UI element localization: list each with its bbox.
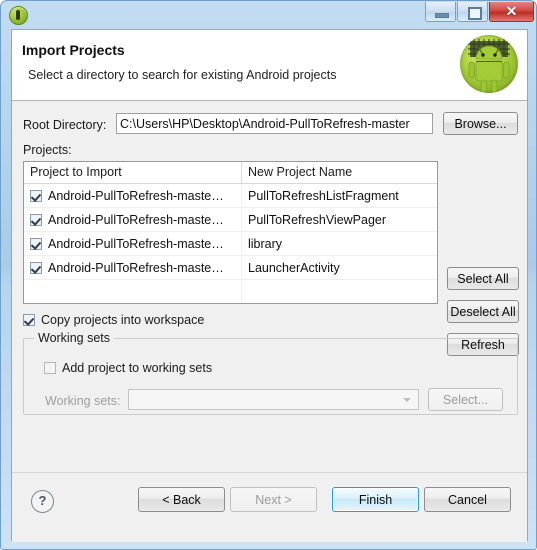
android-robot-icon bbox=[460, 35, 518, 93]
table-row[interactable]: Android-PullToRefresh-maste… PullToRefre… bbox=[24, 184, 437, 208]
root-directory-label: Root Directory: bbox=[23, 118, 107, 132]
project-path-label: Android-PullToRefresh-maste… bbox=[48, 188, 224, 203]
working-sets-select-button[interactable]: Select... bbox=[428, 388, 503, 411]
project-path-label: Android-PullToRefresh-maste… bbox=[48, 260, 224, 275]
dialog-footer: ? < Back Next > Finish Cancel bbox=[12, 473, 527, 542]
project-cell[interactable]: Android-PullToRefresh-maste… bbox=[24, 256, 242, 279]
cancel-button-label: Cancel bbox=[448, 492, 487, 507]
copy-projects-label: Copy projects into workspace bbox=[41, 313, 205, 327]
projects-table[interactable]: Project to Import New Project Name Andro… bbox=[23, 161, 438, 304]
project-path-label: Android-PullToRefresh-maste… bbox=[48, 236, 224, 251]
project-cell[interactable]: Android-PullToRefresh-maste… bbox=[24, 208, 242, 231]
back-button[interactable]: < Back bbox=[138, 487, 225, 512]
dialog-body: Root Directory: Browse... Projects: Proj… bbox=[12, 101, 527, 472]
new-project-name-cell[interactable]: LauncherActivity bbox=[242, 256, 437, 279]
new-project-name-cell[interactable]: library bbox=[242, 232, 437, 255]
row-checkbox[interactable] bbox=[30, 213, 42, 226]
page-title: Import Projects bbox=[22, 42, 125, 58]
add-to-working-sets-checkbox-row[interactable]: Add project to working sets bbox=[44, 361, 212, 375]
working-sets-group-title: Working sets bbox=[34, 331, 115, 345]
finish-button-label: Finish bbox=[358, 492, 393, 507]
column-header-project-to-import[interactable]: Project to Import bbox=[24, 162, 242, 183]
table-row-empty bbox=[24, 280, 437, 303]
row-checkbox[interactable] bbox=[30, 261, 42, 274]
dialog-client: Import Projects Select a directory to se… bbox=[11, 29, 528, 542]
maximize-button[interactable] bbox=[457, 2, 488, 22]
minimize-button[interactable] bbox=[425, 2, 456, 22]
project-cell-empty bbox=[24, 280, 242, 303]
title-bar[interactable]: ✕ bbox=[1, 1, 537, 29]
copy-projects-checkbox[interactable] bbox=[23, 314, 35, 326]
project-cell[interactable]: Android-PullToRefresh-maste… bbox=[24, 184, 242, 207]
copy-projects-checkbox-row[interactable]: Copy projects into workspace bbox=[23, 313, 204, 327]
browse-button[interactable]: Browse... bbox=[443, 112, 518, 135]
project-path-label: Android-PullToRefresh-maste… bbox=[48, 212, 224, 227]
import-projects-window: ✕ Import Projects Select a directory to … bbox=[0, 0, 537, 550]
add-to-working-sets-checkbox[interactable] bbox=[44, 362, 56, 374]
project-cell[interactable]: Android-PullToRefresh-maste… bbox=[24, 232, 242, 255]
table-row[interactable]: Android-PullToRefresh-maste… library bbox=[24, 232, 437, 256]
finish-button[interactable]: Finish bbox=[332, 487, 419, 512]
column-header-new-project-name[interactable]: New Project Name bbox=[242, 162, 437, 183]
table-row[interactable]: Android-PullToRefresh-maste… LauncherAct… bbox=[24, 256, 437, 280]
deselect-all-button[interactable]: Deselect All bbox=[447, 300, 519, 323]
working-sets-group: Working sets Add project to working sets… bbox=[23, 331, 518, 415]
close-button[interactable]: ✕ bbox=[489, 2, 534, 22]
chevron-down-icon bbox=[403, 398, 411, 402]
new-project-name-cell[interactable]: PullToRefreshViewPager bbox=[242, 208, 437, 231]
projects-label: Projects: bbox=[23, 143, 72, 157]
next-button[interactable]: Next > bbox=[230, 487, 317, 512]
next-button-label: Next > bbox=[255, 492, 292, 507]
working-sets-combo[interactable] bbox=[128, 389, 419, 410]
page-description: Select a directory to search for existin… bbox=[28, 68, 337, 82]
help-icon[interactable]: ? bbox=[31, 490, 54, 513]
dialog-header: Import Projects Select a directory to se… bbox=[12, 30, 527, 101]
root-directory-input[interactable] bbox=[116, 113, 433, 134]
new-project-name-cell[interactable]: PullToRefreshListFragment bbox=[242, 184, 437, 207]
new-project-name-cell-empty bbox=[242, 280, 437, 303]
row-checkbox[interactable] bbox=[30, 237, 42, 250]
select-all-button[interactable]: Select All bbox=[447, 267, 519, 290]
working-sets-combo-label: Working sets: bbox=[45, 394, 121, 408]
row-checkbox[interactable] bbox=[30, 189, 42, 202]
close-icon: ✕ bbox=[505, 3, 518, 19]
cancel-button[interactable]: Cancel bbox=[424, 487, 511, 512]
eclipse-icon bbox=[9, 6, 28, 25]
back-button-label: < Back bbox=[162, 492, 201, 507]
add-to-working-sets-label: Add project to working sets bbox=[62, 361, 213, 375]
table-header-row: Project to Import New Project Name bbox=[24, 162, 437, 184]
table-row[interactable]: Android-PullToRefresh-maste… PullToRefre… bbox=[24, 208, 437, 232]
